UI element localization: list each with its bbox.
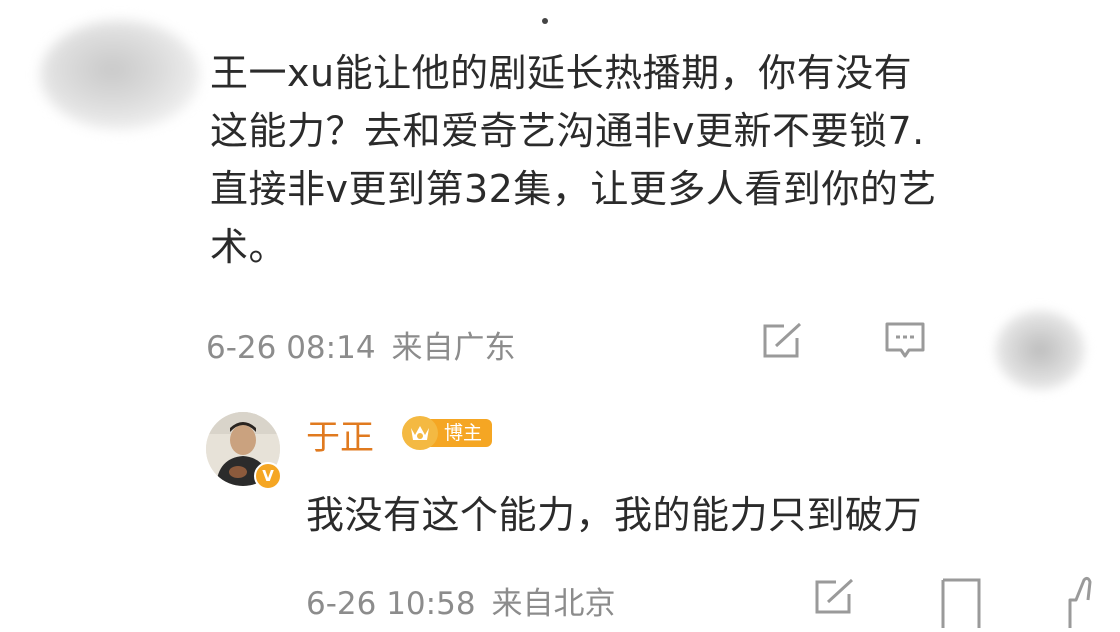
comment-line: 这能力？去和爱奇艺沟通非v更新不要锁7. bbox=[210, 109, 925, 153]
comment-line: 术。 bbox=[210, 225, 288, 269]
dot-mark bbox=[542, 18, 548, 24]
blogger-badge: 博主 bbox=[402, 416, 493, 450]
reply-comment-icon[interactable] bbox=[940, 576, 984, 632]
reply-location: 来自北京 bbox=[491, 586, 616, 622]
verified-badge-icon: V bbox=[254, 462, 282, 490]
like-icon-blurred bbox=[995, 310, 1085, 390]
reply-meta: 6-26 10:58 来自北京 bbox=[306, 578, 616, 623]
comment-meta: 6-26 08:14 来自广东 bbox=[206, 322, 516, 367]
comment-line: 直接非v更到第32集，让更多人看到你的艺 bbox=[210, 167, 937, 211]
crown-icon bbox=[402, 416, 438, 450]
comment-date: 6-26 08:14 bbox=[206, 330, 376, 366]
comment-text: 王一xu能让他的剧延长热播期，你有没有 这能力？去和爱奇艺沟通非v更新不要锁7.… bbox=[210, 44, 1090, 276]
comment-location: 来自广东 bbox=[391, 330, 516, 366]
reply-date: 6-26 10:58 bbox=[306, 586, 476, 622]
comment-line: 王一xu能让他的剧延长热播期，你有没有 bbox=[210, 51, 913, 95]
comment-icon[interactable] bbox=[884, 320, 928, 364]
reply-share-icon[interactable] bbox=[814, 576, 858, 620]
reply-like-icon[interactable] bbox=[1060, 572, 1100, 632]
share-icon[interactable] bbox=[762, 320, 806, 364]
reply-text: 我没有这个能力，我的能力只到破万 bbox=[306, 493, 923, 537]
reply-username[interactable]: 于正 bbox=[306, 410, 374, 459]
commenter-avatar-blurred bbox=[40, 20, 200, 130]
